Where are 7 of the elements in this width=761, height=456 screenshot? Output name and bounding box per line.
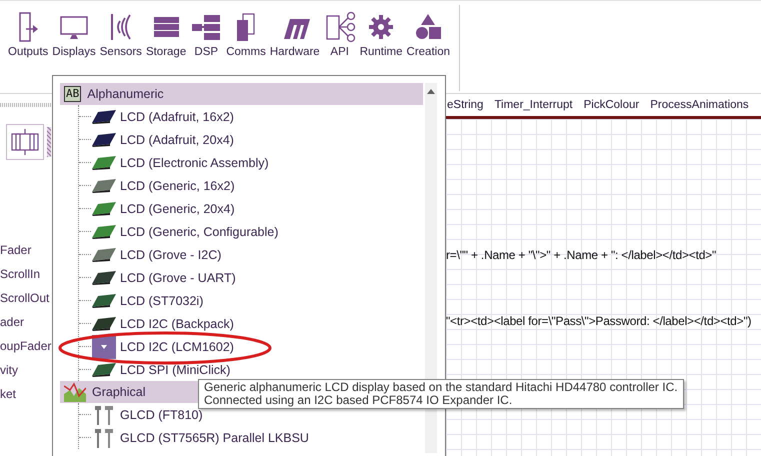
category-label: Graphical [92, 385, 146, 399]
tooltip-text: Connected using an I2C based PCF8574 IO Expander IC. [204, 394, 514, 407]
category-badge: AB [64, 86, 82, 102]
code-text: "<tr><td><label for=\"Pass\">Password: </label></td><td>") [446, 314, 752, 328]
tooltip-text: Generic alphanumeric LCD display based on the standard Hitachi HD44780 controller IC. [204, 381, 678, 394]
code-text: r=\"" + .Name + "\">" + .Name + ": </label></td><td>" [446, 248, 716, 262]
category-label: Alphanumeric [87, 87, 164, 101]
